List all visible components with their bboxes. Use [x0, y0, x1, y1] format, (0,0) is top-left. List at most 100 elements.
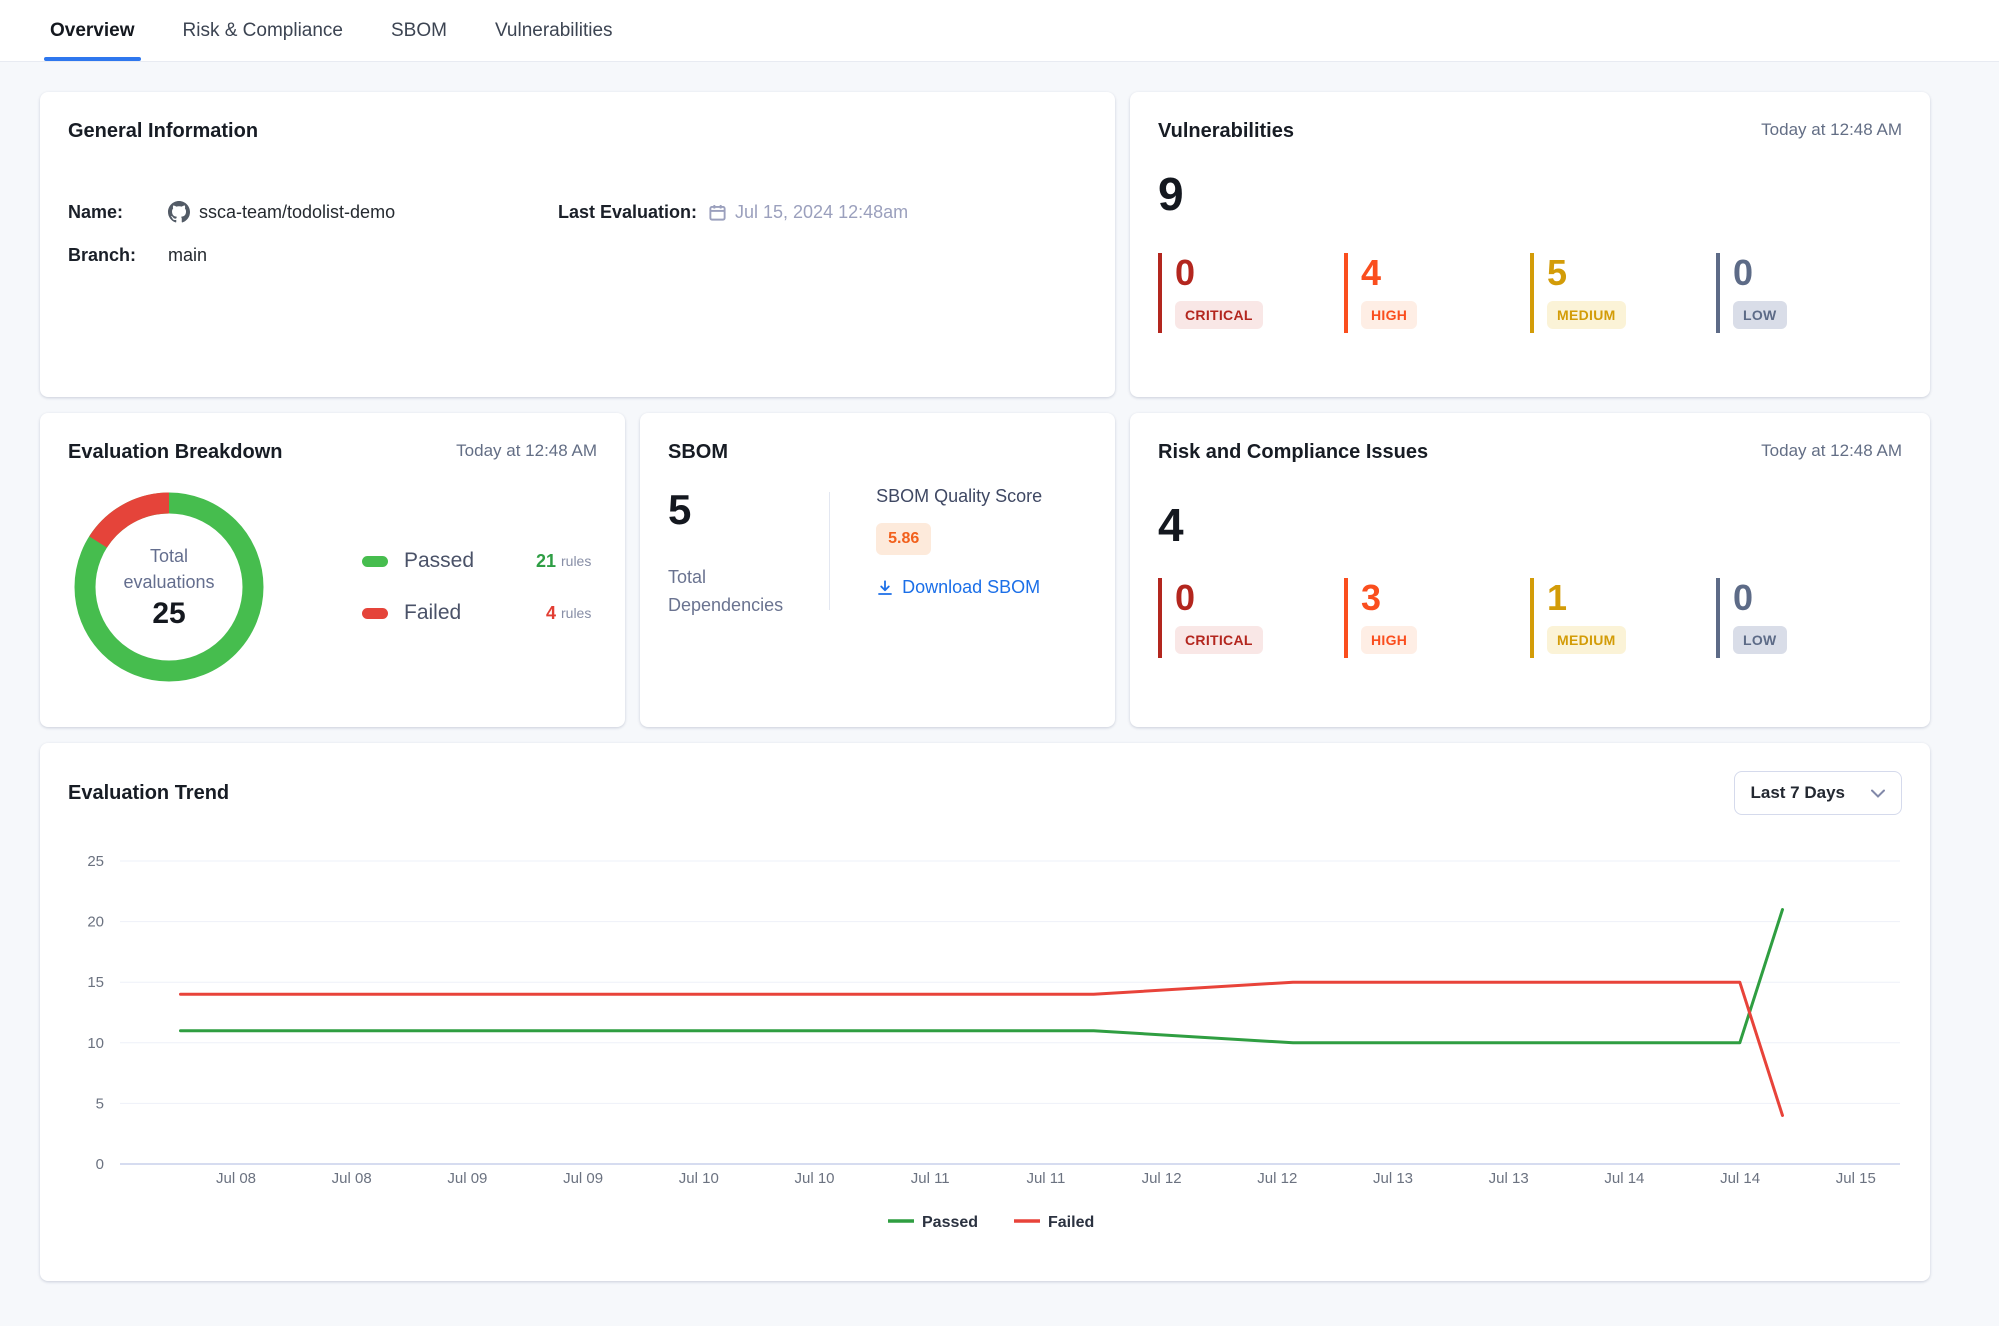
repo-name: ssca-team/todolist-demo	[199, 202, 395, 223]
breakdown-legend-failed: Failed4 rules	[362, 601, 591, 625]
legend-label: Failed	[404, 601, 522, 625]
trend-line-failed	[181, 982, 1783, 1115]
breakdown-legend: Passed21 rules Failed4 rules	[362, 549, 591, 625]
name-label: Name:	[68, 202, 168, 223]
severity-low: 0 LOW	[1716, 578, 1902, 658]
x-tick-label: Jul 11	[911, 1170, 950, 1187]
x-tick-label: Jul 11	[1026, 1170, 1065, 1187]
last-evaluation-label: Last Evaluation:	[558, 202, 708, 223]
severity-badge: LOW	[1733, 626, 1787, 654]
tab-vulnerabilities[interactable]: Vulnerabilities	[493, 0, 615, 61]
y-tick-label: 15	[87, 974, 104, 991]
legend-count: 21	[522, 551, 556, 572]
card-evaluation-breakdown: Evaluation Breakdown Today at 12:48 AM T…	[40, 413, 625, 727]
y-tick-label: 25	[87, 853, 104, 870]
severity-critical: 0CRITICAL	[1158, 578, 1344, 658]
severity-count: 5	[1547, 255, 1716, 291]
x-tick-label: Jul 09	[447, 1170, 487, 1187]
sbom-total-label-2: Dependencies	[668, 592, 783, 620]
vulnerabilities-title: Vulnerabilities	[1158, 120, 1294, 143]
chart-legend-label-failed: Failed	[1048, 1214, 1094, 1231]
severity-medium: 5 MEDIUM	[1530, 253, 1716, 333]
vulnerabilities-severity-row: 0 CRITICAL 4 HIGH 5 MEDIUM 0 LOW	[1158, 253, 1902, 333]
severity-count: 4	[1361, 255, 1530, 291]
severity-high: 4 HIGH	[1344, 253, 1530, 333]
vulnerabilities-total: 9	[1158, 167, 1902, 221]
download-sbom-label: Download SBOM	[902, 577, 1040, 598]
date-range-select[interactable]: Last 7 Days	[1734, 771, 1903, 815]
chevron-down-icon	[1871, 789, 1885, 798]
chart-legend-label-passed: Passed	[922, 1214, 978, 1231]
trend-chart: 0 5 10 15 20 25 Jul 08 Jul 08 Jul 09 Jul 09 Jul 10…	[68, 821, 1902, 1291]
donut-chart: Total evaluations 25	[64, 482, 274, 692]
severity-count: 3	[1361, 580, 1530, 616]
donut-center-label-2: evaluations	[123, 569, 214, 595]
y-tick-label: 0	[96, 1156, 104, 1173]
vulnerabilities-timestamp: Today at 12:48 AM	[1761, 120, 1902, 140]
y-tick-label: 5	[96, 1095, 104, 1112]
x-tick-label: Jul 13	[1489, 1170, 1529, 1187]
sbom-quality-score-value: 5.86	[876, 523, 931, 555]
legend-label: Passed	[404, 549, 522, 573]
severity-count: 0	[1175, 580, 1344, 616]
severity-low: 0 LOW	[1716, 253, 1902, 333]
severity-critical: 0 CRITICAL	[1158, 253, 1344, 333]
severity-badge: HIGH	[1361, 301, 1417, 329]
dashboard: General Information Name: ssca-team/todo…	[0, 62, 1999, 1301]
donut-center-label-1: Total	[123, 543, 214, 569]
x-tick-label: Jul 14	[1604, 1170, 1644, 1187]
calendar-icon	[708, 203, 727, 222]
card-general-information: General Information Name: ssca-team/todo…	[40, 92, 1115, 397]
risk-compliance-timestamp: Today at 12:48 AM	[1761, 441, 1902, 461]
evaluation-breakdown-timestamp: Today at 12:48 AM	[456, 441, 597, 461]
tab-sbom[interactable]: SBOM	[389, 0, 449, 61]
severity-badge: CRITICAL	[1175, 301, 1263, 329]
severity-high: 3 HIGH	[1344, 578, 1530, 658]
breakdown-legend-passed: Passed21 rules	[362, 549, 591, 573]
legend-pill	[362, 556, 388, 567]
x-tick-label: Jul 12	[1257, 1170, 1297, 1187]
tab-risk-compliance[interactable]: Risk & Compliance	[181, 0, 346, 61]
risk-compliance-severity-row: 0CRITICAL 3 HIGH 1MEDIUM 0 LOW	[1158, 578, 1902, 658]
sbom-total-dependencies: 5	[668, 486, 783, 534]
sbom-title: SBOM	[668, 441, 728, 464]
severity-medium: 1MEDIUM	[1530, 578, 1716, 658]
severity-badge: HIGH	[1361, 626, 1417, 654]
card-vulnerabilities: Vulnerabilities Today at 12:48 AM 9 0 CRI…	[1130, 92, 1930, 397]
severity-count: 0	[1733, 255, 1902, 291]
x-tick-label: Jul 12	[1142, 1170, 1182, 1187]
y-tick-label: 10	[87, 1035, 104, 1052]
x-tick-label: Jul 08	[216, 1170, 256, 1187]
sbom-quality-score-label: SBOM Quality Score	[876, 486, 1042, 507]
risk-compliance-total: 4	[1158, 498, 1902, 552]
legend-unit: rules	[561, 553, 591, 569]
risk-compliance-title: Risk and Compliance Issues	[1158, 441, 1428, 464]
x-tick-label: Jul 13	[1373, 1170, 1413, 1187]
severity-count: 0	[1175, 255, 1344, 291]
x-tick-label: Jul 14	[1720, 1170, 1760, 1187]
donut-center-value: 25	[152, 597, 185, 631]
severity-badge: MEDIUM	[1547, 301, 1626, 329]
divider	[829, 492, 830, 610]
x-tick-label: Jul 08	[332, 1170, 372, 1187]
github-icon	[168, 201, 190, 223]
severity-count: 0	[1733, 580, 1902, 616]
y-tick-label: 20	[87, 914, 104, 931]
x-tick-label: Jul 10	[679, 1170, 719, 1187]
tab-bar: Overview Risk & Compliance SBOM Vulnerabili…	[0, 0, 1999, 62]
tab-overview[interactable]: Overview	[48, 0, 137, 61]
download-sbom-link[interactable]: Download SBOM	[876, 577, 1040, 598]
legend-pill	[362, 608, 388, 619]
x-tick-label: Jul 09	[563, 1170, 603, 1187]
evaluation-trend-title: Evaluation Trend	[68, 782, 229, 805]
download-icon	[876, 579, 894, 597]
sbom-total-label-1: Total	[668, 564, 783, 592]
card-evaluation-trend: Evaluation Trend Last 7 Days 0 5 10 15 20 25 J…	[40, 743, 1930, 1281]
branch-value: main	[168, 245, 207, 266]
severity-badge: MEDIUM	[1547, 626, 1626, 654]
legend-count: 4	[522, 603, 556, 624]
severity-badge: LOW	[1733, 301, 1787, 329]
legend-unit: rules	[561, 605, 591, 621]
card-sbom: SBOM 5 Total Dependencies SBOM Quality S…	[640, 413, 1115, 727]
general-information-title: General Information	[68, 120, 258, 143]
